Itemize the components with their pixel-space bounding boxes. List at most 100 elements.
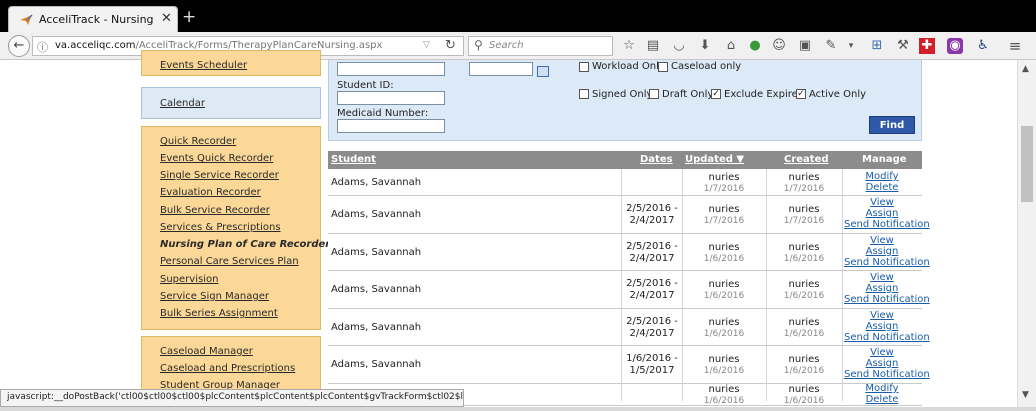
find-button[interactable]: Find — [869, 116, 915, 134]
updated-date-cell: 1/6/2016 — [703, 396, 745, 406]
bookmark-star-icon[interactable]: ☆ — [621, 38, 637, 54]
addon-red-icon[interactable]: ✚ — [919, 38, 935, 54]
nav-evaluation-recorder[interactable]: Evaluation Recorder — [160, 187, 261, 198]
nav-bulk-service-recorder[interactable]: Bulk Service Recorder — [160, 205, 270, 216]
delete-link[interactable]: Delete — [844, 182, 920, 193]
view-link[interactable]: View — [844, 235, 920, 246]
exclude-expired-checkbox[interactable]: ✓ — [711, 89, 721, 99]
site-info-icon[interactable]: ⓘ — [37, 39, 48, 55]
scroll-up-icon[interactable]: ▲ — [1022, 64, 1029, 74]
view-link[interactable]: View — [844, 347, 920, 358]
home-icon[interactable]: ⌂ — [723, 38, 739, 54]
created-date-cell: 1/6/2016 — [783, 329, 825, 339]
student-id-label: Student ID: — [337, 80, 394, 91]
dates-start-cell: 2/5/2016 - — [626, 278, 678, 289]
network-icon[interactable]: ⊞ — [869, 38, 885, 54]
student-name-cell: Adams, Savannah — [331, 209, 422, 220]
column-divider — [621, 169, 622, 401]
header-manage: Manage — [862, 154, 907, 165]
assign-link[interactable]: Assign — [844, 283, 920, 294]
browser-tab[interactable]: AcceliTrack - Nursing Pla... ✕ — [8, 6, 178, 32]
assign-link[interactable]: Assign — [844, 358, 920, 369]
nav-events-quick-recorder[interactable]: Events Quick Recorder — [160, 153, 273, 164]
send-notification-link[interactable]: Send Notification — [844, 219, 930, 230]
overflow-chevron-icon[interactable]: ▾ — [843, 38, 859, 54]
table-row: Adams, Savannah 2/5/2016 -2/4/2017 nuries 1… — [328, 271, 930, 309]
assign-link[interactable]: Assign — [844, 246, 920, 257]
nav-service-sign-manager[interactable]: Service Sign Manager — [160, 291, 269, 302]
close-tab-icon[interactable]: ✕ — [161, 11, 172, 26]
extension-brush-icon[interactable]: ✎ — [823, 38, 839, 54]
header-dates[interactable]: Dates — [640, 154, 673, 165]
addon-purple-icon[interactable]: ◉ — [947, 38, 963, 54]
active-only-checkbox[interactable]: ✓ — [796, 89, 806, 99]
assign-link[interactable]: Assign — [844, 321, 920, 332]
modify-link[interactable]: Modify — [844, 383, 920, 394]
chat-icon[interactable]: ☺ — [771, 38, 787, 54]
created-date-cell: 1/6/2016 — [783, 366, 825, 376]
view-link[interactable]: View — [844, 272, 920, 283]
send-notification-link[interactable]: Send Notification — [844, 369, 930, 380]
nav-bulk-series-assignment[interactable]: Bulk Series Assignment — [160, 308, 278, 319]
header-student[interactable]: Student — [331, 154, 376, 165]
updated-date-cell: 1/6/2016 — [703, 291, 745, 301]
header-created[interactable]: Created — [784, 154, 829, 165]
page-scrollbar[interactable]: ▲ ▼ — [1017, 60, 1036, 411]
student-name-cell: Adams, Savannah — [331, 322, 422, 333]
nav-personal-care-services-plan[interactable]: Personal Care Services Plan — [160, 256, 299, 267]
extension-green-icon[interactable]: ● — [747, 38, 763, 54]
nav-caseload-manager[interactable]: Caseload Manager — [160, 346, 253, 357]
back-button[interactable]: ← — [8, 35, 30, 57]
updated-date-cell: 1/7/2016 — [703, 184, 745, 194]
nav-services-prescriptions[interactable]: Services & Prescriptions — [160, 222, 281, 233]
table-row: Adams, Savannah 1/6/2016 -1/5/2017 nuries 1… — [328, 346, 930, 384]
signed-only-checkbox[interactable] — [579, 89, 589, 99]
date-field[interactable] — [469, 62, 533, 76]
caseload-only-checkbox[interactable] — [658, 62, 668, 72]
medicaid-number-field[interactable] — [337, 119, 445, 133]
reading-list-icon[interactable]: ▤ — [645, 38, 661, 54]
student-id-field[interactable] — [337, 91, 445, 105]
hamburger-menu-icon[interactable]: ≡ — [1007, 38, 1023, 54]
calendar-icon[interactable] — [537, 66, 549, 77]
updated-date-cell: 1/6/2016 — [703, 366, 745, 376]
send-notification-link[interactable]: Send Notification — [844, 257, 930, 268]
nav-supervision[interactable]: Supervision — [160, 274, 218, 285]
nav-single-service-recorder[interactable]: Single Service Recorder — [160, 170, 279, 181]
url-dropdown-icon[interactable]: ▽ — [423, 40, 430, 50]
updated-by-cell: nuries — [708, 354, 740, 365]
modify-link[interactable]: Modify — [844, 171, 920, 182]
created-by-cell: nuries — [788, 384, 820, 395]
workload-only-checkbox[interactable] — [579, 62, 589, 72]
accessibility-icon[interactable]: ♿ — [975, 38, 991, 54]
view-link[interactable]: View — [844, 310, 920, 321]
scrollbar-thumb[interactable] — [1021, 126, 1033, 202]
nav-events-scheduler[interactable]: Events Scheduler — [160, 60, 247, 71]
search-bar[interactable]: ⚲ Search — [468, 36, 613, 56]
status-bar: javascript:__doPostBack('ctl00$ctl00$ctl… — [0, 389, 464, 407]
view-link[interactable]: View — [844, 197, 920, 208]
screenshot-icon[interactable]: ▣ — [797, 38, 813, 54]
column-divider — [766, 169, 767, 401]
header-updated[interactable]: Updated ▼ — [685, 154, 744, 165]
new-tab-icon[interactable]: + — [182, 7, 196, 27]
draft-only-checkbox[interactable] — [649, 89, 659, 99]
nav-quick-recorder[interactable]: Quick Recorder — [160, 136, 236, 147]
delete-link[interactable]: Delete — [844, 394, 920, 405]
nav-nursing-plan-of-care-recorder[interactable]: Nursing Plan of Care Recorder — [160, 239, 330, 250]
nav-box-caseload: Caseload Manager Caseload and Prescripti… — [141, 336, 321, 396]
send-notification-link[interactable]: Send Notification — [844, 294, 930, 305]
pocket-icon[interactable]: ◡ — [671, 38, 687, 54]
reload-icon[interactable]: ↻ — [445, 38, 456, 53]
download-icon[interactable]: ⬇ — [697, 38, 713, 54]
updated-by-cell: nuries — [708, 317, 740, 328]
scroll-down-icon[interactable]: ▼ — [1022, 390, 1029, 400]
assign-link[interactable]: Assign — [844, 208, 920, 219]
nav-box-recorders: Quick Recorder Events Quick Recorder Sin… — [141, 126, 330, 330]
nav-calendar[interactable]: Calendar — [160, 98, 205, 109]
send-notification-link[interactable]: Send Notification — [844, 332, 930, 343]
nav-box-calendar: Calendar — [141, 87, 321, 119]
name-field[interactable] — [337, 62, 445, 76]
nav-caseload-prescriptions[interactable]: Caseload and Prescriptions — [160, 363, 295, 374]
tools-icon[interactable]: ⚒ — [895, 38, 911, 54]
